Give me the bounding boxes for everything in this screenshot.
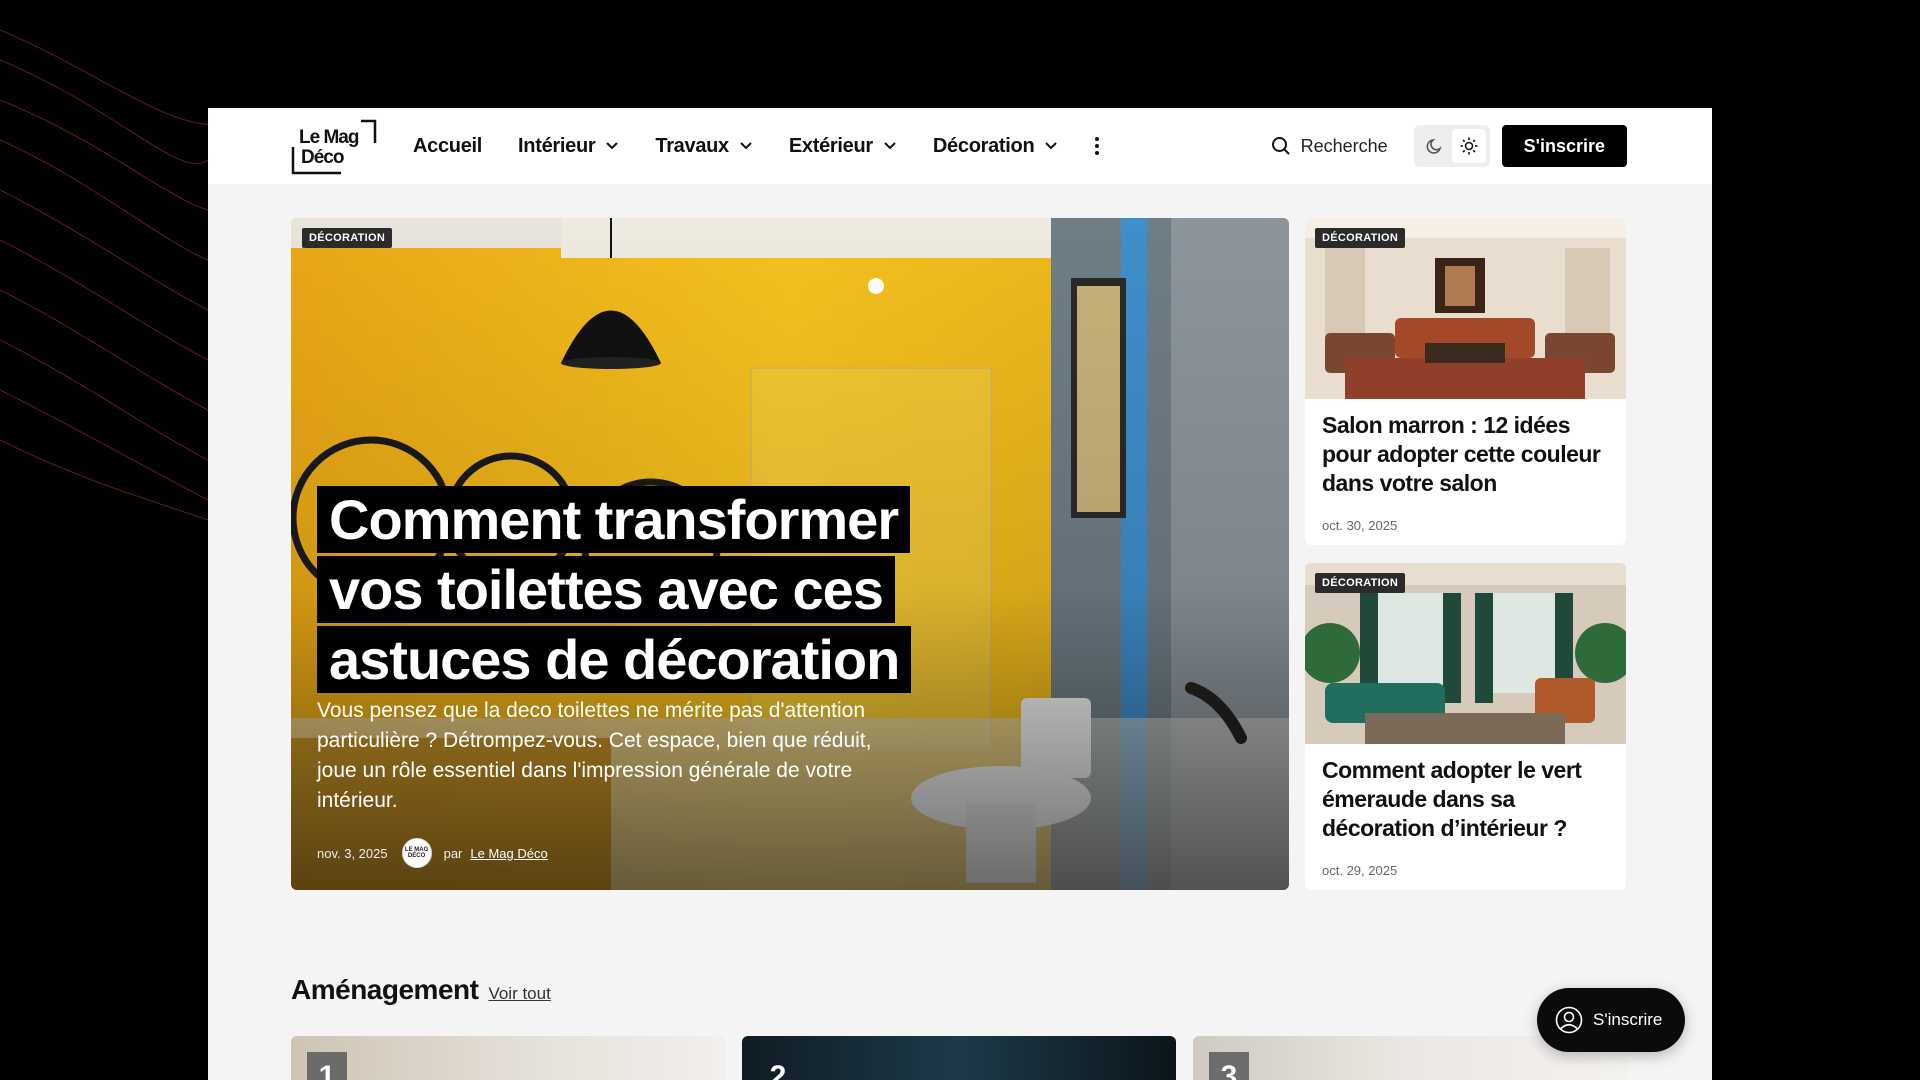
- card-title[interactable]: Salon marron : 12 idées pour adopter cet…: [1322, 411, 1609, 498]
- chevron-down-icon: [740, 142, 752, 150]
- hero-meta: nov. 3, 2025 LE MAG DÉCO par Le Mag Déco: [317, 838, 548, 868]
- sun-icon: [1460, 137, 1478, 155]
- rank-number: 2: [769, 1060, 787, 1080]
- card-image: DÉCORATION: [1305, 563, 1626, 744]
- hero-title[interactable]: Comment transformer vos toilettes avec c…: [317, 485, 957, 695]
- floating-signup-button[interactable]: S'inscrire: [1537, 988, 1685, 1052]
- section-title: Aménagement: [291, 974, 479, 1005]
- nav-label: Intérieur: [518, 134, 596, 157]
- page-window: Le Mag Déco Accueil Intérieur Travaux Ex…: [208, 108, 1712, 1080]
- more-vertical-icon[interactable]: [1094, 136, 1100, 156]
- section-article-card[interactable]: 2: [742, 1036, 1176, 1080]
- search-icon: [1271, 137, 1290, 155]
- floating-signup-label: S'inscrire: [1593, 1010, 1663, 1029]
- signup-button[interactable]: S'inscrire: [1501, 125, 1627, 167]
- section-header: Aménagement Voir tout: [291, 974, 551, 1006]
- author-link[interactable]: Le Mag Déco: [470, 846, 547, 861]
- hero-title-line: vos toilettes avec ces: [317, 556, 895, 623]
- light-mode-button[interactable]: [1451, 129, 1486, 163]
- nav-label: Extérieur: [788, 134, 873, 157]
- side-article-card[interactable]: DÉCORATION Comment adopter le vert émera…: [1305, 563, 1626, 890]
- hero-article[interactable]: DÉCORATION Comment transformer vos toile…: [291, 218, 1289, 890]
- nav-label: Accueil: [413, 134, 483, 157]
- theme-toggle: [1413, 125, 1490, 167]
- nav-label: Travaux: [655, 134, 729, 157]
- main-nav: Accueil Intérieur Travaux Extérieur Déco…: [413, 135, 1100, 158]
- card-date: oct. 29, 2025: [1322, 863, 1398, 878]
- card-date: oct. 30, 2025: [1322, 518, 1398, 533]
- dark-mode-button[interactable]: [1418, 129, 1452, 163]
- user-circle-icon: [1555, 1006, 1583, 1034]
- nav-item-interieur[interactable]: Intérieur: [518, 135, 619, 158]
- nav-item-decoration[interactable]: Décoration: [933, 135, 1058, 158]
- category-badge[interactable]: DÉCORATION: [1315, 228, 1406, 248]
- side-article-card[interactable]: DÉCORATION Salon marron : 12 idées pour …: [1305, 218, 1626, 545]
- header-actions: Recherche S'inscrire: [1271, 125, 1627, 167]
- by-label: par: [443, 845, 463, 861]
- svg-text:Le Mag: Le Mag: [299, 127, 359, 148]
- nav-item-exterieur[interactable]: Extérieur: [789, 135, 897, 158]
- hero-excerpt: Vous pensez que la deco toilettes ne mér…: [317, 699, 872, 812]
- chevron-down-icon: [606, 142, 619, 150]
- svg-text:Déco: Déco: [301, 147, 344, 168]
- chevron-down-icon: [884, 142, 896, 150]
- nav-label: Décoration: [932, 134, 1035, 157]
- hero-title-line: Comment transformer: [317, 486, 911, 553]
- nav-item-travaux[interactable]: Travaux: [655, 135, 753, 158]
- search-label: Recherche: [1300, 135, 1388, 156]
- section-article-card[interactable]: 1: [291, 1036, 725, 1080]
- card-title[interactable]: Comment adopter le vert émeraude dans sa…: [1322, 756, 1609, 843]
- hero-title-line: astuces de décoration: [317, 626, 912, 693]
- see-all-link[interactable]: Voir tout: [488, 984, 550, 1004]
- rank-number: 1: [307, 1052, 347, 1080]
- publish-date: nov. 3, 2025: [317, 845, 388, 861]
- search-button[interactable]: Recherche: [1271, 136, 1388, 157]
- rank-number: 3: [1209, 1052, 1249, 1080]
- category-badge[interactable]: DÉCORATION: [1315, 573, 1406, 593]
- category-badge[interactable]: DÉCORATION: [302, 228, 393, 248]
- moon-icon: [1426, 138, 1442, 154]
- site-logo[interactable]: Le Mag Déco: [291, 117, 377, 175]
- nav-item-accueil[interactable]: Accueil: [413, 135, 482, 158]
- author-avatar[interactable]: LE MAG DÉCO: [401, 838, 432, 868]
- site-header: Le Mag Déco Accueil Intérieur Travaux Ex…: [208, 108, 1712, 184]
- card-image: DÉCORATION: [1305, 218, 1626, 399]
- chevron-down-icon: [1045, 142, 1058, 150]
